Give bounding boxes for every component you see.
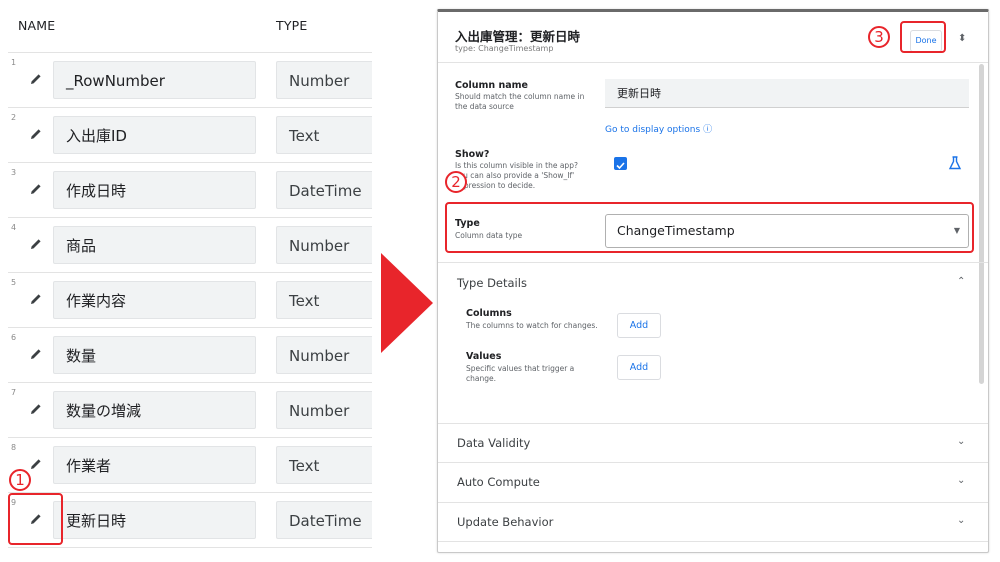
column-type-field[interactable]: Text bbox=[276, 281, 372, 319]
watch-columns-label: Columns bbox=[466, 308, 512, 319]
check-icon bbox=[616, 162, 625, 170]
divider bbox=[8, 217, 372, 218]
flask-icon[interactable] bbox=[947, 155, 963, 171]
column-type-field[interactable]: DateTime bbox=[276, 171, 372, 209]
pencil-icon[interactable] bbox=[28, 291, 44, 307]
divider bbox=[438, 502, 988, 503]
pencil-icon[interactable] bbox=[28, 401, 44, 417]
row-number: 3 bbox=[11, 168, 17, 177]
column-name-field[interactable]: 作成日時 bbox=[53, 171, 256, 209]
chevron-down-icon[interactable]: ⌄ bbox=[957, 515, 965, 526]
column-list: NAME TYPE 1 _RowNumber Number 2 入出庫ID Te… bbox=[0, 0, 372, 562]
trigger-values-label: Values bbox=[466, 351, 502, 362]
column-editor-panel: 入出庫管理：更新日時 type: ChangeTimestamp Done ⬍ … bbox=[437, 9, 989, 553]
column-type-field[interactable]: Text bbox=[276, 446, 372, 484]
column-name-label: Column name bbox=[455, 80, 529, 91]
step-3-marker: 3 bbox=[868, 26, 890, 48]
divider bbox=[8, 492, 372, 493]
divider bbox=[8, 327, 372, 328]
column-type-field[interactable]: Text bbox=[276, 116, 372, 154]
auto-compute-section[interactable]: Auto Compute bbox=[457, 475, 540, 489]
column-name-help: Should match the column name in the data… bbox=[455, 92, 585, 111]
chevron-down-icon[interactable]: ⌄ bbox=[957, 475, 965, 486]
add-columns-button[interactable]: Add bbox=[617, 313, 661, 338]
row-number: 8 bbox=[11, 443, 17, 452]
trigger-values-help: Specific values that trigger a change. bbox=[466, 364, 575, 383]
type-column-header: TYPE bbox=[276, 18, 308, 33]
step-1-marker: 1 bbox=[9, 469, 31, 491]
pencil-icon[interactable] bbox=[28, 346, 44, 362]
divider bbox=[8, 52, 372, 53]
right-arrow-icon bbox=[381, 253, 433, 353]
show-checkbox[interactable] bbox=[614, 157, 627, 170]
pencil-icon[interactable] bbox=[28, 181, 44, 197]
divider bbox=[8, 107, 372, 108]
add-values-button[interactable]: Add bbox=[617, 355, 661, 380]
watch-columns-help: The columns to watch for changes. bbox=[466, 321, 598, 330]
chevron-up-icon[interactable]: ⌃ bbox=[957, 276, 965, 287]
row-number: 4 bbox=[11, 223, 17, 232]
divider bbox=[438, 62, 988, 63]
divider bbox=[8, 547, 372, 548]
show-help: Is this column visible in the app? You c… bbox=[455, 161, 578, 190]
divider bbox=[438, 541, 988, 542]
column-name-field[interactable]: 作業内容 bbox=[53, 281, 256, 319]
highlight-done-button bbox=[900, 21, 946, 53]
divider bbox=[8, 382, 372, 383]
chevron-down-icon[interactable]: ⌄ bbox=[957, 436, 965, 447]
pencil-icon[interactable] bbox=[28, 71, 44, 87]
column-type-field[interactable]: Number bbox=[276, 391, 372, 429]
column-type-field[interactable]: Number bbox=[276, 336, 372, 374]
column-type-field[interactable]: DateTime bbox=[276, 501, 372, 539]
update-behavior-section[interactable]: Update Behavior bbox=[457, 515, 553, 529]
column-name-field[interactable]: _RowNumber bbox=[53, 61, 256, 99]
show-label: Show? bbox=[455, 149, 490, 160]
divider bbox=[438, 423, 988, 424]
unfold-icon[interactable]: ⬍ bbox=[958, 33, 966, 44]
divider bbox=[8, 272, 372, 273]
row-number: 2 bbox=[11, 113, 17, 122]
divider bbox=[438, 262, 988, 263]
column-name-field[interactable]: 入出庫ID bbox=[53, 116, 256, 154]
highlight-edit-button bbox=[8, 493, 63, 545]
row-number: 1 bbox=[11, 58, 17, 67]
pencil-icon[interactable] bbox=[28, 126, 44, 142]
name-column-header: NAME bbox=[18, 18, 56, 33]
row-number: 5 bbox=[11, 278, 17, 287]
divider bbox=[8, 437, 372, 438]
column-name-field[interactable]: 商品 bbox=[53, 226, 256, 264]
display-options-link[interactable]: Go to display options ⓘ bbox=[605, 122, 712, 135]
row-number: 7 bbox=[11, 388, 17, 397]
divider bbox=[8, 162, 372, 163]
column-name-field[interactable]: 更新日時 bbox=[53, 501, 256, 539]
row-number: 6 bbox=[11, 333, 17, 342]
pencil-icon[interactable] bbox=[28, 236, 44, 252]
panel-subtitle: type: ChangeTimestamp bbox=[455, 44, 554, 53]
divider bbox=[438, 462, 988, 463]
column-name-input[interactable]: 更新日時 bbox=[605, 79, 969, 108]
column-name-field[interactable]: 数量 bbox=[53, 336, 256, 374]
step-2-marker: 2 bbox=[445, 171, 467, 193]
column-name-field[interactable]: 作業者 bbox=[53, 446, 256, 484]
scrollbar[interactable] bbox=[979, 64, 984, 384]
column-name-field[interactable]: 数量の増減 bbox=[53, 391, 256, 429]
column-type-field[interactable]: Number bbox=[276, 226, 372, 264]
column-type-field[interactable]: Number bbox=[276, 61, 372, 99]
panel-title: 入出庫管理：更新日時 bbox=[455, 29, 581, 44]
type-details-header[interactable]: Type Details bbox=[457, 276, 527, 290]
pencil-icon[interactable] bbox=[28, 456, 44, 472]
data-validity-section[interactable]: Data Validity bbox=[457, 436, 530, 450]
highlight-type-field bbox=[445, 202, 974, 253]
